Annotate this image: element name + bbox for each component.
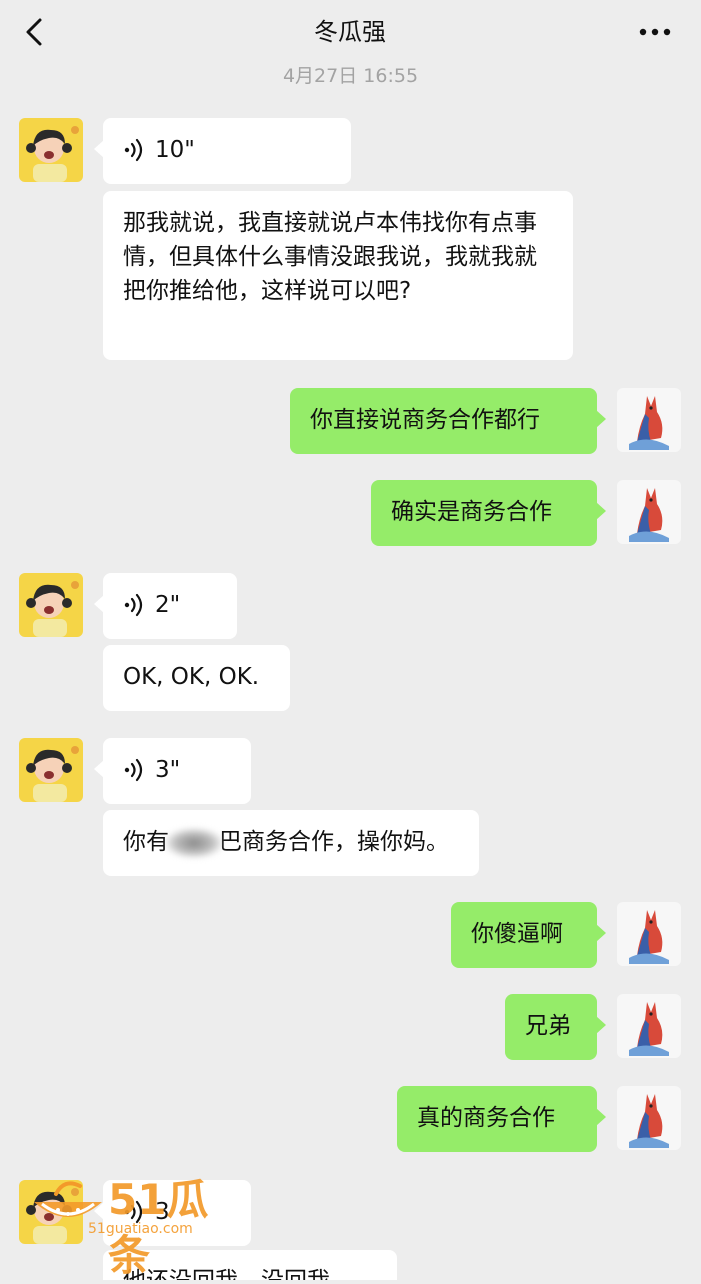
message-text: 你直接说商务合作都行: [310, 407, 540, 433]
message-bubble[interactable]: 你直接说商务合作都行: [290, 388, 606, 454]
child-avatar-icon: [19, 738, 83, 802]
back-button[interactable]: [20, 14, 50, 50]
message-bubble[interactable]: 兄弟: [505, 994, 606, 1060]
voice-message-bubble[interactable]: 2": [94, 573, 237, 639]
cat-painting-avatar-icon: [617, 480, 681, 544]
cat-painting-avatar-icon: [617, 1086, 681, 1150]
chat-header: 冬瓜强: [0, 0, 701, 64]
message-text: 那我就说，我直接就说卢本伟找你有点事情，但具体什么事情没跟我说，我就我就把你推给…: [123, 210, 537, 304]
message-timestamp: 4月27日 16:55: [282, 65, 419, 87]
voice-wave-icon: [123, 593, 145, 617]
contact-avatar[interactable]: [19, 573, 83, 637]
message-bubble[interactable]: 你有 巴商务合作，操你妈。: [103, 810, 479, 876]
cat-painting-avatar-icon: [617, 388, 681, 452]
voice-wave-icon: [123, 758, 145, 782]
message-bubble[interactable]: 真的商务合作: [397, 1086, 606, 1152]
message-text: 你傻逼啊: [471, 921, 563, 947]
message-bubble[interactable]: 那我就说，我直接就说卢本伟找你有点事情，但具体什么事情没跟我说，我就我就把你推给…: [103, 191, 573, 360]
self-avatar[interactable]: [617, 902, 681, 966]
message-bubble[interactable]: OK, OK, OK.: [103, 645, 290, 711]
more-horizontal-icon: [639, 28, 671, 36]
voice-wave-icon: [123, 138, 145, 162]
more-button[interactable]: [635, 14, 675, 50]
chevron-left-icon: [26, 18, 42, 46]
chat-title: 冬瓜强: [314, 18, 386, 46]
message-text: OK, OK, OK.: [123, 664, 260, 690]
contact-avatar[interactable]: [19, 118, 83, 182]
voice-duration: 3": [155, 757, 181, 783]
child-avatar-icon: [19, 118, 83, 182]
redaction-blur: [165, 827, 223, 858]
watermark-url: 51guatiao.com: [88, 1221, 193, 1237]
message-text: 确实是商务合作: [391, 499, 552, 525]
message-text: 兄弟: [525, 1013, 571, 1039]
site-watermark: 51瓜条 51guatiao.com: [28, 1172, 248, 1280]
voice-message-bubble[interactable]: 3": [94, 738, 251, 804]
message-text-after-blur: 巴商务合作，操你妈。: [219, 829, 449, 855]
voice-message-bubble[interactable]: 10": [94, 118, 351, 184]
message-text-before-blur: 你有: [123, 829, 169, 855]
self-avatar[interactable]: [617, 480, 681, 544]
cat-painting-avatar-icon: [617, 902, 681, 966]
voice-duration: 2": [155, 592, 181, 618]
message-text: 真的商务合作: [417, 1105, 555, 1131]
message-bubble[interactable]: 你傻逼啊: [451, 902, 606, 968]
self-avatar[interactable]: [617, 1086, 681, 1150]
self-avatar[interactable]: [617, 388, 681, 452]
contact-avatar[interactable]: [19, 738, 83, 802]
child-avatar-icon: [19, 573, 83, 637]
voice-duration: 10": [155, 137, 195, 163]
cat-painting-avatar-icon: [617, 994, 681, 1058]
self-avatar[interactable]: [617, 994, 681, 1058]
message-bubble[interactable]: 确实是商务合作: [371, 480, 606, 546]
